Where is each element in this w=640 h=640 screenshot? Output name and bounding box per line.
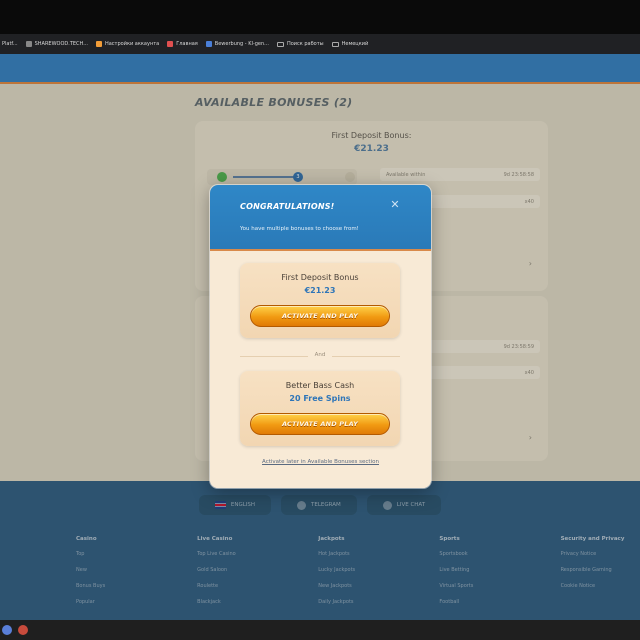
taskbar [0,620,640,640]
bookmark-4[interactable]: Главная [167,41,198,47]
modal-header: CONGRATULATIONS! ✕ You have multiple bon… [210,185,431,251]
modal-title: CONGRATULATIONS! [240,202,335,211]
bonus-choice-modal: CONGRATULATIONS! ✕ You have multiple bon… [210,185,431,488]
bookmark-label: Немецкий [341,41,369,47]
bookmark-label: SHAREWOOD.TECH... [34,41,88,47]
bookmarks-bar: Platf... SHAREWOOD.TECH... Настройки акк… [0,34,640,54]
close-icon[interactable]: ✕ [388,198,402,212]
bookmark-1[interactable]: Platf... [2,41,18,47]
offer-card-better-bass-cash: Better Bass Cash 20 Free Spins ACTIVATE … [240,371,400,446]
browser-top-bar [0,0,640,34]
app-icon[interactable] [18,625,28,635]
divider-label: And [314,352,326,358]
offer-value: €21.23 [304,286,336,295]
bookmark-label: Platf... [2,41,18,47]
bookmark-7[interactable]: Немецкий [331,41,369,47]
offer-card-first-deposit: First Deposit Bonus €21.23 ACTIVATE AND … [240,263,400,338]
screen: Platf... SHAREWOOD.TECH... Настройки акк… [0,0,640,640]
bookmark-5[interactable]: Bewerbung - KI-gen... [205,41,269,47]
activate-and-play-button[interactable]: ACTIVATE AND PLAY [250,413,390,435]
offer-divider: And [240,351,400,361]
modal-subtitle: You have multiple bonuses to choose from… [240,226,359,232]
activate-and-play-button[interactable]: ACTIVATE AND PLAY [250,305,390,327]
app-icon[interactable] [2,625,12,635]
modal-body: First Deposit Bonus €21.23 ACTIVATE AND … [210,251,431,488]
offer-name: First Deposit Bonus [281,273,359,282]
page-icon [25,41,32,47]
bookmark-label: Настройки аккаунта [104,41,160,47]
folder-icon [276,41,284,47]
orange-square-icon [95,41,102,47]
offer-name: Better Bass Cash [285,381,355,390]
bookmark-6[interactable]: Поиск работы [276,41,324,47]
bookmark-label: Главная [176,41,198,47]
bookmark-label: Bewerbung - KI-gen... [214,41,269,47]
bookmark-label: Поиск работы [286,41,324,47]
bookmark-2[interactable]: SHAREWOOD.TECH... [25,41,88,47]
activate-later-link[interactable]: Activate later in Available Bonuses sect… [210,459,431,465]
folder-icon [331,41,339,47]
page-icon [205,41,212,47]
bookmark-3[interactable]: Настройки аккаунта [95,41,160,47]
red-square-icon [167,41,174,47]
offer-value: 20 Free Spins [289,394,351,403]
